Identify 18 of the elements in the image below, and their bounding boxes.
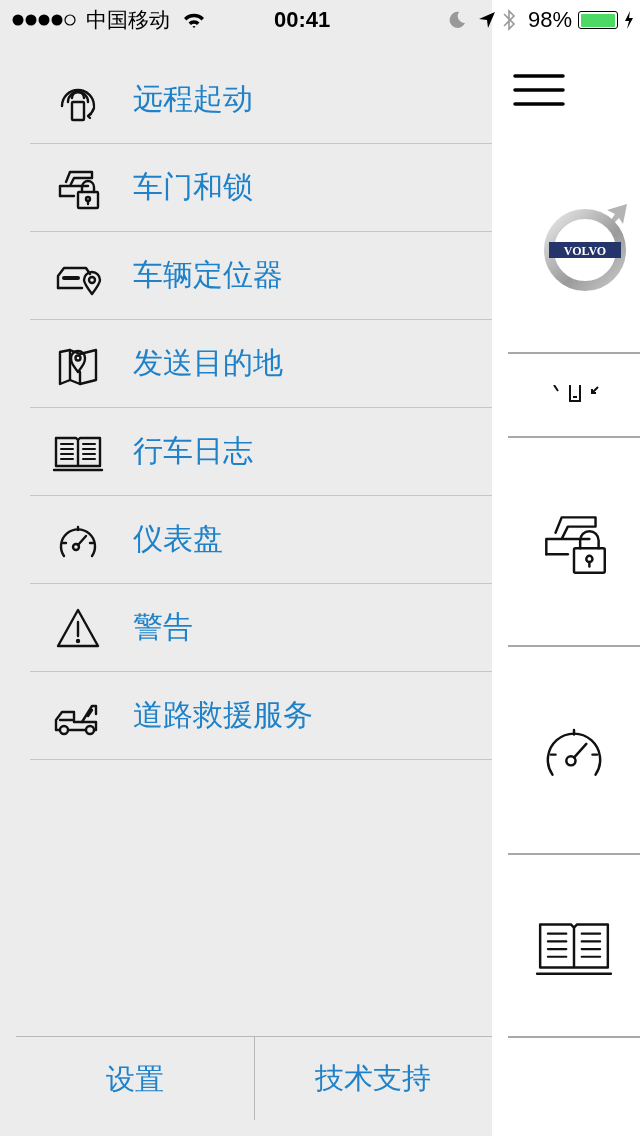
wifi-icon <box>182 11 206 29</box>
menu-item[interactable]: 行车日志 <box>30 408 492 496</box>
menu-icon[interactable] <box>513 73 565 107</box>
footer-button[interactable]: 设置 <box>16 1037 254 1136</box>
battery-percent: 98% <box>527 7 572 33</box>
menu-item[interactable]: 车门和锁 <box>30 144 492 232</box>
moon-icon <box>447 11 466 29</box>
menu-item[interactable]: 道路救援服务 <box>30 672 492 760</box>
menu-item[interactable]: 警告 <box>30 584 492 672</box>
battery-icon <box>578 11 618 29</box>
charging-icon <box>624 11 634 29</box>
location-arrow-icon <box>477 11 496 29</box>
clock-time: 00:41 <box>274 7 331 33</box>
bluetooth-icon <box>501 8 516 32</box>
carrier-name: 中国移动 <box>86 7 170 34</box>
menu-item[interactable]: 发送目的地 <box>30 320 492 408</box>
menu-item[interactable]: 车辆定位器 <box>30 232 492 320</box>
menu-item[interactable]: 远程起动 <box>30 56 492 144</box>
